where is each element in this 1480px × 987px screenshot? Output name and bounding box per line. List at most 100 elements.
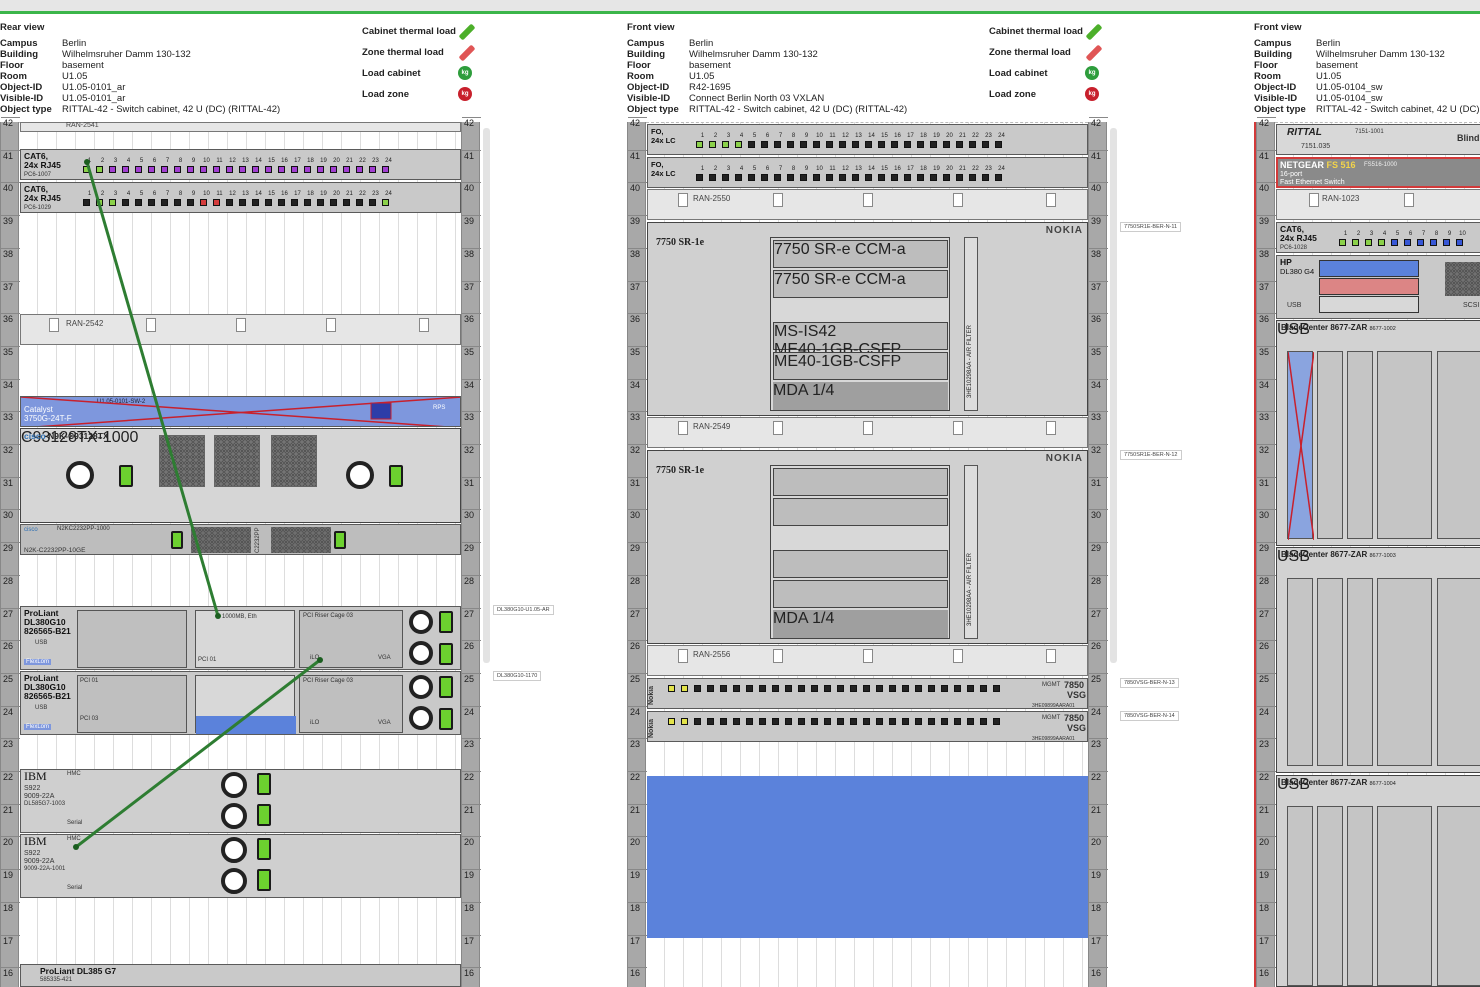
rittal-blind-panel[interactable]: RITTAL 7151.035 7151-1001 Blind: [1276, 124, 1480, 155]
blade-slot[interactable]: [1437, 806, 1480, 986]
port[interactable]: [837, 685, 844, 692]
port[interactable]: [798, 685, 805, 692]
port[interactable]: [785, 718, 792, 725]
switch-netgear-fs516[interactable]: NETGEAR FS 516 FS516-1000 16-port Fast E…: [1276, 157, 1480, 188]
port[interactable]: [917, 174, 924, 181]
port[interactable]: [668, 718, 675, 725]
port[interactable]: [746, 718, 753, 725]
blade-slot[interactable]: [1347, 806, 1373, 986]
port[interactable]: [811, 718, 818, 725]
port[interactable]: [837, 718, 844, 725]
blade-slot[interactable]: [1287, 806, 1313, 986]
action-zone-thermal-load[interactable]: Zone thermal load: [989, 44, 1103, 61]
port[interactable]: [904, 141, 911, 148]
port[interactable]: [733, 718, 740, 725]
port[interactable]: [1430, 239, 1437, 246]
port[interactable]: [943, 174, 950, 181]
port[interactable]: [761, 174, 768, 181]
action-cabinet-thermal-load[interactable]: Cabinet thermal load: [362, 23, 476, 40]
port[interactable]: [681, 718, 688, 725]
port[interactable]: [824, 685, 831, 692]
port-row[interactable]: 1 2 3 4 5 6 7 8 9 10: [1339, 228, 1469, 248]
port[interactable]: [746, 685, 753, 692]
port[interactable]: [800, 141, 807, 148]
port[interactable]: [967, 685, 974, 692]
blade-slot[interactable]: [1317, 578, 1343, 766]
blade-slot[interactable]: [1377, 351, 1432, 539]
bladecenter-1[interactable]: BladeCenter 8677-ZAR 8677-1002 USB: [1276, 320, 1480, 546]
router-nokia-7750-sr-1e-1[interactable]: 7750 SR-1e NOKIA 7750 SR-e CCM-a 7750 SR…: [647, 222, 1088, 416]
port[interactable]: [928, 718, 935, 725]
blade-slot[interactable]: [1347, 578, 1373, 766]
port[interactable]: [982, 141, 989, 148]
port[interactable]: [813, 174, 820, 181]
action-load-cabinet[interactable]: Load cabinet kg: [362, 65, 472, 80]
port[interactable]: [772, 685, 779, 692]
bladecenter-3[interactable]: BladeCenter 8677-ZAR 8677-1004 USB: [1276, 775, 1480, 987]
port[interactable]: [811, 685, 818, 692]
port[interactable]: [865, 141, 872, 148]
port-row[interactable]: [668, 718, 1006, 727]
port[interactable]: [1443, 239, 1450, 246]
action-load-cabinet[interactable]: Load cabinet kg: [989, 65, 1099, 80]
port[interactable]: [722, 141, 729, 148]
port[interactable]: [1378, 239, 1385, 246]
port[interactable]: [915, 718, 922, 725]
fiber-patch-panel-1[interactable]: FO, 24x LC 1 2 3 4 5 6 7 8 9 10 11 12 13 14 15 16 17 18 19 2…: [647, 124, 1088, 155]
server-hp-dl380-g4[interactable]: HP DL380 G4 USB SCSI: [1276, 255, 1480, 319]
blade-slot[interactable]: [1437, 578, 1480, 766]
blank-panel-ran-1023[interactable]: RAN-1023: [1276, 189, 1480, 220]
port[interactable]: [878, 174, 885, 181]
port[interactable]: [941, 685, 948, 692]
reserved-units-highlight[interactable]: [647, 776, 1088, 938]
port[interactable]: [787, 174, 794, 181]
port[interactable]: [993, 685, 1000, 692]
port[interactable]: [982, 174, 989, 181]
port[interactable]: [967, 718, 974, 725]
port[interactable]: [995, 174, 1002, 181]
blade-slot[interactable]: [1317, 351, 1343, 539]
blank-panel-ran-2556[interactable]: RAN-2556: [647, 645, 1088, 676]
port[interactable]: [735, 174, 742, 181]
port[interactable]: [707, 718, 714, 725]
port[interactable]: [696, 141, 703, 148]
port[interactable]: [1339, 239, 1346, 246]
port[interactable]: [735, 141, 742, 148]
port[interactable]: [969, 141, 976, 148]
blade-slot[interactable]: [1287, 351, 1315, 541]
port[interactable]: [917, 141, 924, 148]
port[interactable]: [956, 174, 963, 181]
switch-nokia-7850-vsg-1[interactable]: Nokia MGMT 7850 VSG 3HE09899AARA01: [647, 678, 1088, 709]
port[interactable]: [852, 141, 859, 148]
port[interactable]: [668, 685, 675, 692]
blade-slot[interactable]: [1287, 578, 1313, 766]
rack-scrollbar[interactable]: [483, 128, 490, 663]
port[interactable]: [902, 718, 909, 725]
port[interactable]: [863, 718, 870, 725]
port[interactable]: [1391, 239, 1398, 246]
port[interactable]: [709, 174, 716, 181]
action-load-zone[interactable]: Load zone kg: [989, 86, 1099, 101]
port[interactable]: [748, 141, 755, 148]
action-zone-thermal-load[interactable]: Zone thermal load: [362, 44, 476, 61]
port[interactable]: [980, 685, 987, 692]
port[interactable]: [865, 174, 872, 181]
port[interactable]: [813, 141, 820, 148]
port[interactable]: [891, 174, 898, 181]
port[interactable]: [761, 141, 768, 148]
port[interactable]: [1456, 239, 1463, 246]
port[interactable]: [720, 685, 727, 692]
action-cabinet-thermal-load[interactable]: Cabinet thermal load: [989, 23, 1103, 40]
port[interactable]: [759, 685, 766, 692]
port[interactable]: [878, 141, 885, 148]
blade-slot[interactable]: [1437, 351, 1480, 539]
port[interactable]: [826, 141, 833, 148]
port[interactable]: [993, 718, 1000, 725]
patch-panel-pc6-1028[interactable]: CAT6, 24x RJ45 PC6-1028 1 2 3 4 5 6 7 8 9 10: [1276, 222, 1480, 253]
switch-nokia-7850-vsg-2[interactable]: Nokia MGMT 7850 VSG 3HE09899AARA01: [647, 711, 1088, 742]
port[interactable]: [915, 685, 922, 692]
port[interactable]: [694, 685, 701, 692]
port[interactable]: [943, 141, 950, 148]
port-row[interactable]: 123456789101112131415161718192021222324: [696, 163, 1008, 183]
port[interactable]: [904, 174, 911, 181]
